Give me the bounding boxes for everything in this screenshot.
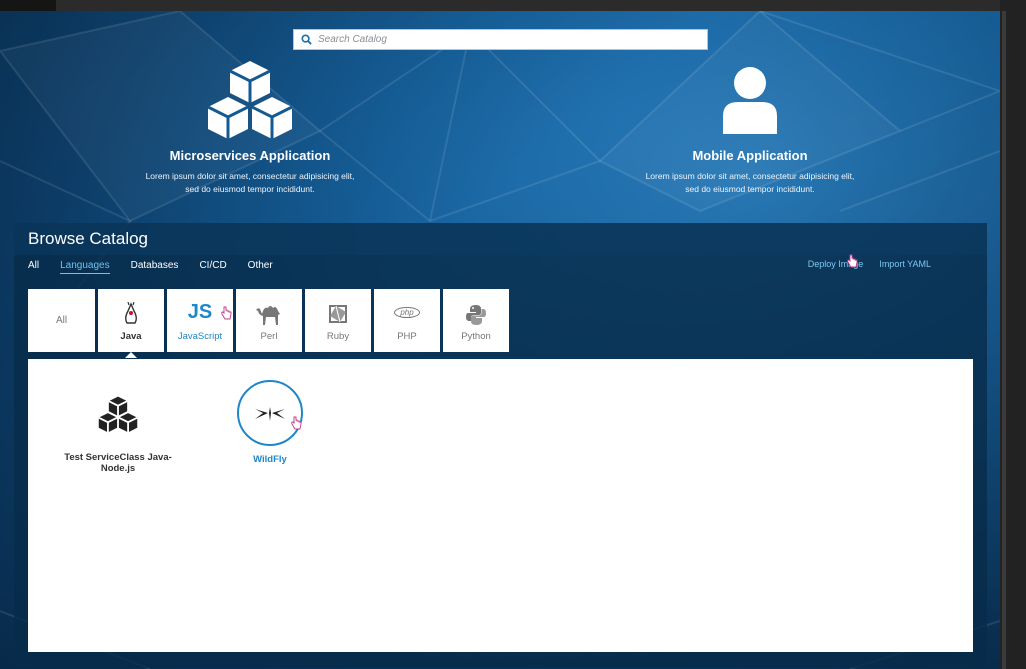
search-input[interactable] <box>318 30 707 49</box>
language-tile-javascript[interactable]: JS JavaScript <box>167 289 233 352</box>
language-label: Perl <box>260 330 278 342</box>
language-tile-ruby[interactable]: Ruby <box>305 289 371 352</box>
featured-description-line: Lorem ipsum dolor sit amet, consectetur … <box>645 171 855 181</box>
cubes-icon <box>135 59 365 139</box>
language-label: All <box>55 315 68 326</box>
category-tabs: All Languages Databases CI/CD Other <box>28 260 294 274</box>
browse-catalog-panel: Browse Catalog All Languages Databases C… <box>14 223 987 668</box>
python-icon <box>465 300 487 326</box>
featured-mobile[interactable]: Mobile Application Lorem ipsum dolor sit… <box>635 59 865 196</box>
item-title: Test ServiceClass Java-Node.js <box>64 452 172 474</box>
search-icon <box>294 30 318 49</box>
scrollbar[interactable] <box>1002 11 1006 669</box>
catalog-item-test-serviceclass[interactable]: Test ServiceClass Java-Node.js <box>48 395 188 474</box>
featured-description: Lorem ipsum dolor sit amet, consectetur … <box>635 170 865 196</box>
camel-icon <box>254 300 284 326</box>
language-filter: All Java JS JavaScript Perl Ruby php PHP… <box>28 289 512 358</box>
ruby-icon <box>326 300 350 326</box>
language-tile-php[interactable]: php PHP <box>374 289 440 352</box>
language-tile-python[interactable]: Python <box>443 289 509 352</box>
catalog-items: Test ServiceClass Java-Node.js WildFly <box>28 359 973 652</box>
featured-description-line: sed do eiusmod tempor incididunt. <box>185 184 315 194</box>
tab-other[interactable]: Other <box>248 260 273 274</box>
hand-cursor-icon <box>847 254 858 268</box>
featured-title: Mobile Application <box>692 148 808 163</box>
featured-title: Microservices Application <box>169 148 331 163</box>
php-icon: php <box>394 300 420 326</box>
java-duke-icon <box>123 300 139 326</box>
language-tile-java[interactable]: Java <box>98 289 164 358</box>
wildfly-icon <box>237 380 303 446</box>
js-icon: JS <box>187 301 213 323</box>
tab-all[interactable]: All <box>28 260 39 274</box>
language-label: Ruby <box>326 330 350 342</box>
language-tile-all[interactable]: All <box>28 289 95 352</box>
tab-cicd[interactable]: CI/CD <box>199 260 226 274</box>
language-label: PHP <box>397 330 417 342</box>
featured-description: Lorem ipsum dolor sit amet, consectetur … <box>135 170 365 196</box>
tab-databases[interactable]: Databases <box>131 260 179 274</box>
catalog-page: Microservices Application Lorem ipsum do… <box>0 11 1000 669</box>
language-label: Python <box>461 330 491 342</box>
language-tile-perl[interactable]: Perl <box>236 289 302 352</box>
browse-title: Browse Catalog <box>28 229 149 248</box>
item-title: WildFly <box>253 454 287 465</box>
featured-microservices[interactable]: Microservices Application Lorem ipsum do… <box>135 59 365 196</box>
window-edge <box>1000 0 1026 669</box>
browse-header: Browse Catalog <box>14 223 987 255</box>
hand-cursor-icon <box>221 306 232 320</box>
catalog-actions: Deploy Image Import YAML <box>792 259 931 269</box>
featured-description-line: sed do eiusmod tempor incididunt. <box>685 184 815 194</box>
language-label: JavaScript <box>177 330 223 342</box>
search-catalog-field[interactable] <box>293 29 708 50</box>
php-icon-label: php <box>394 307 420 318</box>
hand-cursor-icon <box>291 416 302 430</box>
featured-description-line: Lorem ipsum dolor sit amet, consectetur … <box>145 171 355 181</box>
user-icon <box>635 59 865 139</box>
tab-languages[interactable]: Languages <box>60 260 110 274</box>
import-yaml-link[interactable]: Import YAML <box>879 259 931 269</box>
cubes-icon <box>48 395 188 435</box>
top-bar <box>0 0 1026 11</box>
language-label: Java <box>120 330 142 342</box>
